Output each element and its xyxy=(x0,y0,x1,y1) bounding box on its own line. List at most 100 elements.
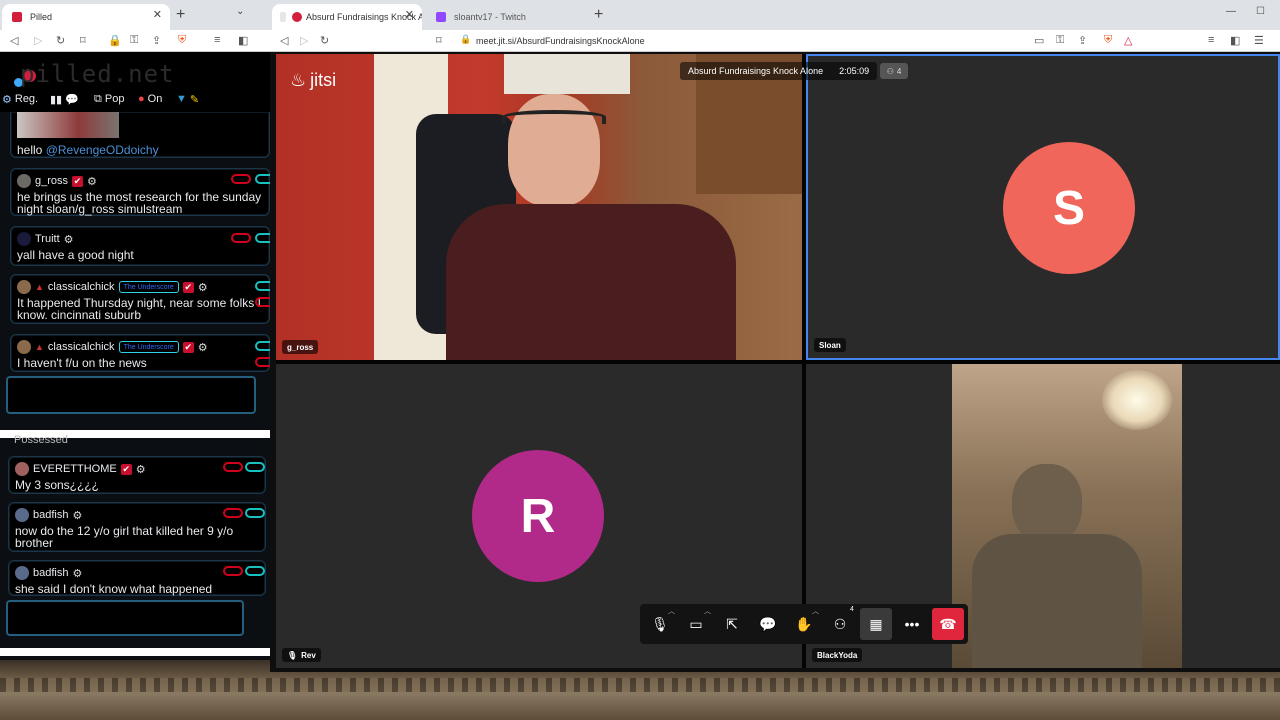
chat-input[interactable] xyxy=(6,376,256,414)
avatar[interactable] xyxy=(15,462,29,476)
teal-pill-icon[interactable] xyxy=(245,508,265,518)
settings-gear-icon[interactable]: ⚙ xyxy=(72,567,82,580)
avatar[interactable] xyxy=(17,232,31,246)
key-icon[interactable]: ⚿ xyxy=(130,34,138,47)
brave-shield-icon[interactable]: ⛨ xyxy=(1104,34,1112,47)
reload-icon[interactable]: ↻ xyxy=(320,34,329,47)
camera-button[interactable]: ▭ xyxy=(680,608,712,640)
maximize-icon[interactable]: ☐ xyxy=(1256,6,1265,17)
reading-list-icon[interactable]: ≡ xyxy=(214,34,220,46)
sidebar-icon[interactable]: ◧ xyxy=(1230,34,1240,47)
video-tile-sloan[interactable]: S Sloan xyxy=(806,54,1280,360)
key-icon[interactable]: ⚿ xyxy=(1056,34,1064,47)
tab-jitsi[interactable]: Absurd Fundraisings Knock Al ✕ xyxy=(272,4,422,30)
settings-gear-icon[interactable]: ⚙ xyxy=(64,233,74,246)
chat-button[interactable]: 💬 xyxy=(752,608,784,640)
pilled-logo[interactable]: pilled.net xyxy=(20,60,175,88)
microphone-button[interactable]: 🎙 xyxy=(644,608,676,640)
teal-pill-icon[interactable] xyxy=(255,233,270,243)
username[interactable]: badfish xyxy=(33,567,68,579)
rank-icon: ▲ xyxy=(35,342,44,352)
video-icon[interactable]: ▭ xyxy=(1034,34,1044,47)
settings-gear-icon[interactable]: ⚙ xyxy=(72,509,82,522)
settings-gear-icon[interactable]: ⚙ xyxy=(136,463,146,476)
username[interactable]: badfish xyxy=(33,509,68,521)
settings-gear-icon[interactable]: ⚙ xyxy=(87,175,97,188)
message-text: Possessed xyxy=(14,434,68,446)
raise-hand-button[interactable]: ✋ xyxy=(788,608,820,640)
new-tab-button[interactable]: + xyxy=(594,6,603,24)
video-tile-g-ross[interactable]: ♨ jitsi g_ross xyxy=(276,54,802,360)
avatar[interactable] xyxy=(17,174,31,188)
teal-pill-icon[interactable] xyxy=(255,341,270,351)
user-badge: The Underscore xyxy=(118,341,179,353)
chat-message: ▲ classicalchick The Underscore ✔ ⚙ It h… xyxy=(10,274,270,324)
reload-icon[interactable]: ↻ xyxy=(56,34,65,47)
layout-toggle-button[interactable]: ▮▮ 💬 xyxy=(50,90,79,108)
brave-shield-icon[interactable]: ⛨ xyxy=(178,34,186,47)
message-text: she said I don't know what happened xyxy=(15,582,213,596)
avatar[interactable] xyxy=(15,508,29,522)
forward-icon[interactable]: ▷ xyxy=(34,34,42,47)
online-toggle-button[interactable]: ● On xyxy=(138,90,162,108)
settings-gear-icon[interactable]: ⚙ xyxy=(198,341,208,354)
bookmark-icon[interactable]: ⌑ xyxy=(80,34,86,47)
bookmark-icon[interactable]: ⌑ xyxy=(436,34,442,47)
avatar[interactable] xyxy=(17,340,31,354)
chat-message: ▲ classicalchick The Underscore ✔ ⚙ I ha… xyxy=(10,334,270,372)
teal-pill-icon[interactable] xyxy=(245,462,265,472)
username[interactable]: classicalchick xyxy=(48,341,115,353)
red-pill-icon[interactable] xyxy=(255,297,270,307)
address-bar[interactable]: meet.jit.si/AbsurdFundraisingsKnockAlone xyxy=(476,33,645,49)
back-icon[interactable]: ◁ xyxy=(280,34,288,47)
participant-count-badge[interactable]: ⚇ 4 xyxy=(880,63,908,79)
close-tab-icon[interactable]: ✕ xyxy=(153,8,162,21)
chat-message: hello @RevengeODdoichy xyxy=(10,112,270,158)
close-tab-icon[interactable]: ✕ xyxy=(405,8,414,21)
tab-twitch[interactable]: sloantv17 - Twitch xyxy=(426,4,586,30)
back-icon[interactable]: ◁ xyxy=(10,34,18,47)
reg-button[interactable]: ⚙ Reg. xyxy=(2,90,38,108)
reading-list-icon[interactable]: ≡ xyxy=(1208,34,1214,46)
filter-button[interactable]: ▼ ✎ xyxy=(176,90,199,108)
recording-icon xyxy=(292,12,302,22)
menu-icon[interactable]: ☰ xyxy=(1254,34,1264,47)
red-pill-icon[interactable] xyxy=(223,508,243,518)
red-pill-icon[interactable] xyxy=(255,357,270,367)
username[interactable]: g_ross xyxy=(35,175,68,187)
avatar[interactable] xyxy=(15,566,29,580)
tile-view-button[interactable]: ▦ xyxy=(860,608,892,640)
new-tab-button[interactable]: + xyxy=(176,6,185,24)
username[interactable]: Truitt xyxy=(35,233,60,245)
red-pill-icon[interactable] xyxy=(223,566,243,576)
headphones xyxy=(502,110,606,124)
tab-title: sloantv17 - Twitch xyxy=(454,12,526,22)
avatar[interactable] xyxy=(17,280,31,294)
chat-input-2[interactable] xyxy=(6,600,244,636)
share-icon[interactable]: ⇪ xyxy=(1078,34,1087,47)
sidebar-icon[interactable]: ◧ xyxy=(238,34,248,47)
red-pill-icon[interactable] xyxy=(231,233,251,243)
tab-pilled[interactable]: Pilled ✕ xyxy=(2,4,170,30)
forward-icon[interactable]: ▷ xyxy=(300,34,308,47)
share-icon[interactable]: ⇪ xyxy=(152,34,161,47)
embedded-image[interactable] xyxy=(17,112,119,138)
teal-pill-icon[interactable] xyxy=(255,281,270,291)
user-mention[interactable]: @RevengeODdoichy xyxy=(46,143,159,157)
teal-pill-icon[interactable] xyxy=(255,174,270,184)
settings-gear-icon[interactable]: ⚙ xyxy=(198,281,208,294)
popout-button[interactable]: ⧉ Pop xyxy=(94,90,124,108)
red-pill-icon[interactable] xyxy=(223,462,243,472)
username[interactable]: EVERETTHOME xyxy=(33,463,117,475)
teal-pill-icon[interactable] xyxy=(245,566,265,576)
red-pill-icon[interactable] xyxy=(231,174,251,184)
tab-list-chevron-icon[interactable]: ⌄ xyxy=(236,6,244,17)
share-screen-button[interactable]: ⇱ xyxy=(716,608,748,640)
meeting-timer: 2:05:09 xyxy=(839,66,870,76)
brave-rewards-icon[interactable]: △ xyxy=(1124,34,1132,47)
minimize-icon[interactable]: — xyxy=(1226,6,1236,17)
participants-button[interactable]: ⚇ xyxy=(824,608,856,640)
more-actions-button[interactable]: ••• xyxy=(896,608,928,640)
hangup-button[interactable]: ☎ xyxy=(932,608,964,640)
username[interactable]: classicalchick xyxy=(48,281,115,293)
